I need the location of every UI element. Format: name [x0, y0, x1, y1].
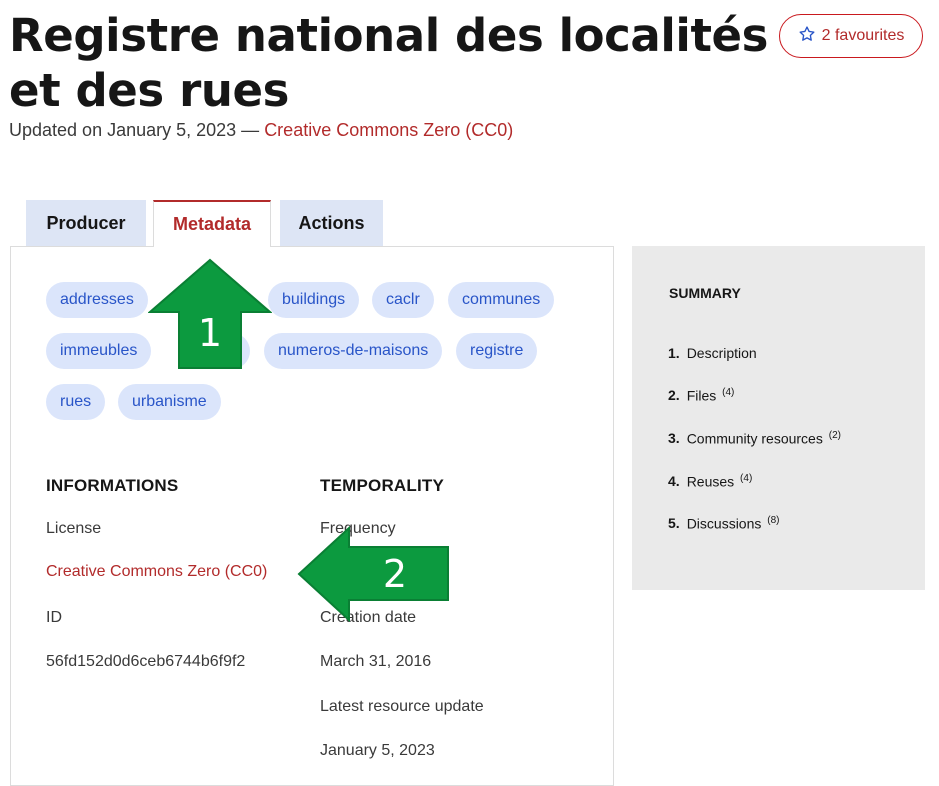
summary-item-description[interactable]: 1. Description [668, 345, 757, 361]
temporality-heading: TEMPORALITY [320, 476, 445, 495]
summary-item-label: Community resources [686, 430, 823, 447]
creation-date-value: March 31, 2016 [320, 653, 432, 670]
license-label: License [46, 520, 102, 537]
summary-item-label: Discussions [686, 515, 762, 532]
tag-rues[interactable]: rues [46, 384, 106, 420]
updated-text: Updated on January 5, 2023 — [9, 120, 265, 140]
annotation-number-2: 2 [383, 552, 407, 596]
id-label: ID [46, 609, 62, 626]
latest-update-label: Latest resource update [320, 698, 484, 715]
annotation-arrow-up: 1 [148, 258, 272, 369]
summary-item-count: (2) [828, 430, 841, 441]
id-value: 56fd152d0d6ceb6744b6f9f2 [46, 653, 246, 670]
summary-item-number: 4. [668, 473, 680, 489]
summary-sidebar: SUMMARY 1. Description 2. Files (4) 3. C… [632, 246, 925, 590]
summary-item-label: Reuses [686, 473, 735, 490]
metadata-panel: addresses buildings caclr communes immeu… [10, 246, 614, 786]
summary-item-count: (4) [722, 387, 735, 398]
tab-actions[interactable]: Actions [280, 200, 383, 246]
summary-item-count: (8) [767, 515, 780, 526]
tag-numeros-de-maisons[interactable]: numeros-de-maisons [264, 333, 443, 369]
summary-item-reuses[interactable]: 4. Reuses (4) [668, 473, 752, 490]
summary-item-community-resources[interactable]: 3. Community resources (2) [668, 430, 841, 447]
informations-heading: INFORMATIONS [46, 476, 179, 495]
summary-item-files[interactable]: 2. Files (4) [668, 387, 734, 404]
tag-immeubles[interactable]: immeubles [46, 333, 152, 369]
tag-buildings[interactable]: buildings [268, 282, 360, 318]
tag-communes[interactable]: communes [448, 282, 555, 318]
star-icon [798, 25, 816, 48]
license-link[interactable]: Creative Commons Zero (CC0) [264, 120, 513, 140]
page-title: Registre national des localités et des r… [9, 9, 769, 117]
summary-item-number: 1. [668, 345, 680, 361]
summary-item-number: 2. [668, 387, 680, 403]
tag-caclr[interactable]: caclr [372, 282, 434, 318]
license-value-link[interactable]: Creative Commons Zero (CC0) [46, 563, 267, 581]
tab-metadata[interactable]: Metadata [153, 200, 271, 247]
updated-info: Updated on January 5, 2023 — Creative Co… [9, 120, 513, 141]
summary-title: SUMMARY [669, 285, 741, 301]
summary-item-discussions[interactable]: 5. Discussions (8) [668, 515, 780, 532]
tag-registre[interactable]: registre [456, 333, 538, 369]
tab-producer[interactable]: Producer [26, 200, 146, 246]
summary-item-number: 3. [668, 430, 680, 446]
summary-item-label: Description [686, 345, 757, 361]
tag-addresses[interactable]: addresses [46, 282, 148, 318]
favourites-button[interactable]: 2 favourites [779, 14, 923, 58]
tag-urbanisme[interactable]: urbanisme [118, 384, 221, 420]
favourites-count-label: 2 favourites [821, 27, 905, 44]
summary-item-count: (4) [740, 473, 753, 484]
annotation-number-1: 1 [198, 311, 222, 355]
summary-item-number: 5. [668, 515, 680, 531]
summary-item-label: Files [686, 387, 717, 404]
annotation-arrow-left: 2 [297, 526, 449, 622]
latest-update-value: January 5, 2023 [320, 742, 435, 759]
